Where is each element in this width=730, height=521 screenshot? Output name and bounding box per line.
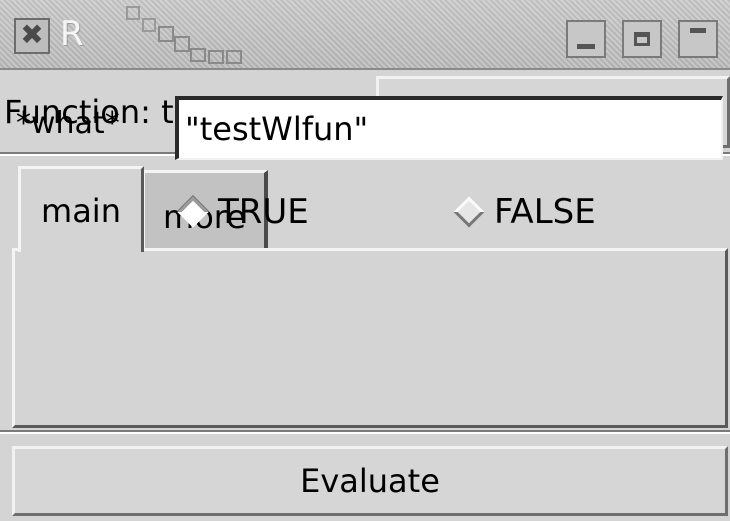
window-title: R xyxy=(60,14,84,54)
tab-panel-main xyxy=(12,248,728,428)
radio-unselected-icon xyxy=(453,196,485,228)
where-true-radio[interactable]: TRUE xyxy=(170,192,309,232)
minimize-button[interactable] xyxy=(566,20,606,58)
where-false-label: FALSE xyxy=(494,192,596,232)
what-label: *what* xyxy=(16,106,120,141)
title-bar[interactable]: ✖ R xyxy=(0,0,730,70)
evaluate-button[interactable]: Evaluate xyxy=(12,446,728,516)
close-button[interactable] xyxy=(678,20,718,58)
tab-main[interactable]: main xyxy=(18,166,144,252)
maximize-button[interactable] xyxy=(622,20,662,58)
where-false-radio[interactable]: FALSE xyxy=(446,192,596,232)
what-input[interactable] xyxy=(175,96,723,160)
where-true-label: TRUE xyxy=(218,192,309,232)
minimize-icon xyxy=(577,44,595,49)
decoration-icon xyxy=(126,6,242,64)
window-menu-icon[interactable]: ✖ xyxy=(14,18,50,54)
maximize-icon xyxy=(634,32,650,46)
radio-selected-icon xyxy=(177,196,209,228)
close-icon xyxy=(690,28,706,33)
notebook: main more xyxy=(12,162,728,428)
divider xyxy=(0,430,730,434)
